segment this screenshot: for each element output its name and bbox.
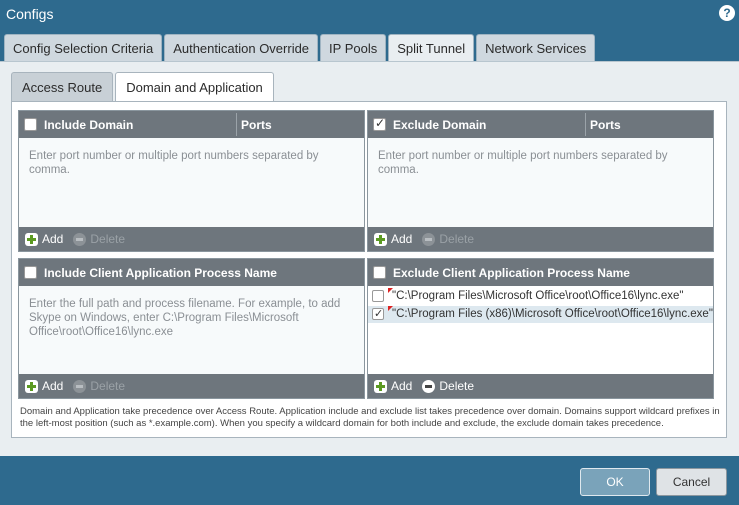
exclude-app-delete-button[interactable]: Delete	[422, 379, 474, 393]
dialog-footer: OK Cancel	[0, 456, 739, 505]
add-label: Add	[42, 232, 64, 246]
help-icon[interactable]: ?	[719, 5, 735, 21]
delete-icon	[422, 232, 436, 246]
exclude-domain-header: Exclude Domain Ports	[368, 111, 713, 138]
add-icon	[374, 379, 387, 393]
column-divider	[585, 113, 586, 136]
dialog-titlebar: Configs ?	[0, 0, 739, 30]
add-icon	[25, 232, 38, 246]
exclude-domain-toolbar: Add Delete	[368, 227, 713, 251]
delete-icon	[73, 232, 87, 246]
tab-authentication-override[interactable]: Authentication Override	[164, 34, 319, 62]
include-ports-column-header: Ports	[241, 118, 272, 132]
delete-icon	[73, 379, 87, 393]
exclude-app-select-all-checkbox[interactable]	[373, 266, 386, 279]
exclude-app-grid: Exclude Client Application Process Name …	[367, 258, 714, 399]
cancel-button[interactable]: Cancel	[656, 468, 727, 496]
delete-label: Delete	[90, 379, 126, 393]
process-name[interactable]: "C:\Program Files (x86)\Microsoft Office…	[392, 306, 713, 323]
exclude-ports-column-header: Ports	[590, 118, 621, 132]
row-checkbox[interactable]	[372, 290, 384, 302]
include-app-toolbar: Add Delete	[19, 374, 364, 398]
exclude-app-row[interactable]: "C:\Program Files\Microsoft Office\root\…	[368, 288, 713, 305]
process-name[interactable]: "C:\Program Files\Microsoft Office\root\…	[392, 288, 684, 305]
include-app-header: Include Client Application Process Name	[19, 259, 364, 286]
tab-config-selection-criteria[interactable]: Config Selection Criteria	[4, 34, 163, 62]
inner-tab-bar: Access Route Domain and Application	[11, 72, 274, 103]
include-domain-column-header: Include Domain	[44, 118, 134, 132]
exclude-app-header: Exclude Client Application Process Name	[368, 259, 713, 286]
include-app-delete-button[interactable]: Delete	[73, 379, 125, 393]
include-app-grid: Include Client Application Process Name …	[18, 258, 365, 399]
ok-button[interactable]: OK	[580, 468, 650, 496]
delete-icon	[422, 379, 436, 393]
outer-tab-bar: Config Selection Criteria Authentication…	[4, 34, 596, 62]
include-app-add-button[interactable]: Add	[25, 379, 63, 393]
column-divider	[236, 113, 237, 136]
exclude-domain-delete-button[interactable]: Delete	[422, 232, 474, 246]
include-domain-select-all-checkbox[interactable]	[24, 118, 37, 131]
exclude-domain-select-all-checkbox[interactable]	[373, 116, 386, 131]
tab-domain-and-application[interactable]: Domain and Application	[115, 72, 274, 103]
add-label: Add	[391, 232, 413, 246]
include-app-column-header: Include Client Application Process Name	[44, 266, 277, 280]
include-domain-placeholder[interactable]: Enter port number or multiple port numbe…	[29, 149, 354, 177]
exclude-app-row[interactable]: "C:\Program Files (x86)\Microsoft Office…	[368, 306, 713, 323]
include-app-placeholder[interactable]: Enter the full path and process filename…	[29, 297, 354, 339]
domain-application-content: Include Domain Ports Enter port number o…	[11, 101, 727, 438]
tab-ip-pools[interactable]: IP Pools	[320, 34, 387, 62]
dialog-title: Configs	[6, 6, 54, 22]
tab-access-route[interactable]: Access Route	[11, 72, 114, 102]
add-label: Add	[42, 379, 64, 393]
exclude-app-column-header: Exclude Client Application Process Name	[393, 266, 630, 280]
tab-panel: Access Route Domain and Application Incl…	[0, 61, 739, 456]
include-domain-grid: Include Domain Ports Enter port number o…	[18, 110, 365, 252]
tab-split-tunnel[interactable]: Split Tunnel	[388, 34, 475, 62]
include-domain-toolbar: Add Delete	[19, 227, 364, 251]
row-checkbox[interactable]	[372, 306, 384, 323]
exclude-domain-column-header: Exclude Domain	[393, 118, 487, 132]
add-label: Add	[391, 379, 413, 393]
include-domain-add-button[interactable]: Add	[25, 232, 63, 246]
add-icon	[374, 232, 387, 246]
include-app-select-all-checkbox[interactable]	[24, 266, 37, 279]
delete-label: Delete	[439, 379, 475, 393]
add-icon	[25, 379, 38, 393]
exclude-app-add-button[interactable]: Add	[374, 379, 412, 393]
exclude-domain-grid: Exclude Domain Ports Enter port number o…	[367, 110, 714, 252]
include-domain-header: Include Domain Ports	[19, 111, 364, 138]
exclude-app-toolbar: Add Delete	[368, 374, 713, 398]
exclude-domain-placeholder[interactable]: Enter port number or multiple port numbe…	[378, 149, 703, 177]
delete-label: Delete	[439, 232, 475, 246]
precedence-note: Domain and Application take precedence o…	[20, 406, 720, 429]
exclude-domain-add-button[interactable]: Add	[374, 232, 412, 246]
tab-network-services[interactable]: Network Services	[476, 34, 596, 62]
delete-label: Delete	[90, 232, 126, 246]
include-domain-delete-button[interactable]: Delete	[73, 232, 125, 246]
